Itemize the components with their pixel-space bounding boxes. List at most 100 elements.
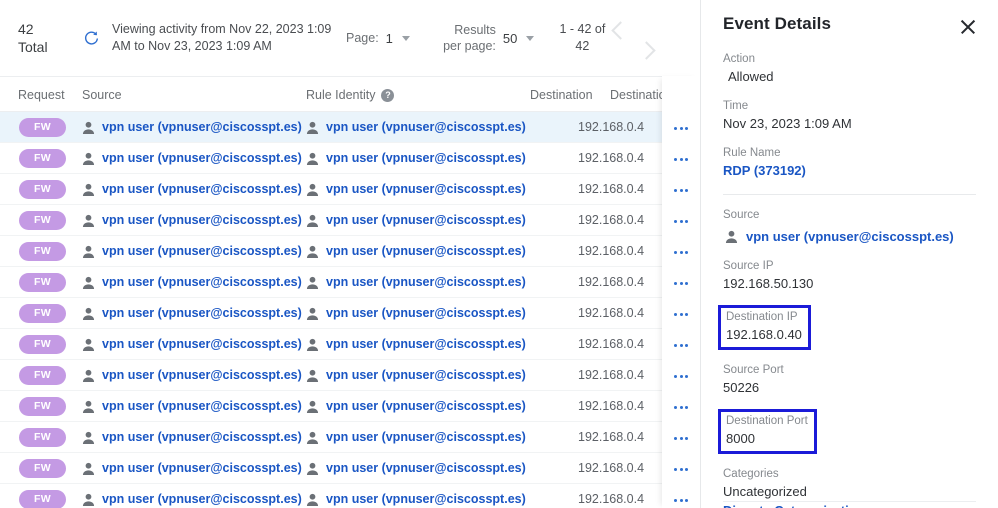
cell-rule-identity[interactable]: vpn user (vpnuser@ciscosspt.es) <box>306 112 526 143</box>
results-per-page-selector[interactable]: Results per page: 50 <box>432 22 535 54</box>
cell-source[interactable]: vpn user (vpnuser@ciscosspt.es) <box>82 267 302 298</box>
kebab-menu-icon[interactable] <box>670 361 692 392</box>
cell-source-text: vpn user (vpnuser@ciscosspt.es) <box>102 182 302 196</box>
kebab-menu-icon[interactable] <box>670 423 692 454</box>
cell-source[interactable]: vpn user (vpnuser@ciscosspt.es) <box>82 298 302 329</box>
chevron-right-icon[interactable] <box>637 41 657 60</box>
person-icon <box>306 307 319 320</box>
cell-source[interactable]: vpn user (vpnuser@ciscosspt.es) <box>82 236 302 267</box>
cell-source[interactable]: vpn user (vpnuser@ciscosspt.es) <box>82 484 302 508</box>
page-label: Page: <box>346 31 379 45</box>
field-rule-name-value[interactable]: RDP (373192) <box>723 161 976 180</box>
close-icon[interactable] <box>956 15 980 39</box>
cell-rule-identity[interactable]: vpn user (vpnuser@ciscosspt.es) <box>306 174 526 205</box>
kebab-menu-icon[interactable] <box>670 485 692 508</box>
cell-source[interactable]: vpn user (vpnuser@ciscosspt.es) <box>82 205 302 236</box>
field-time-label: Time <box>723 100 749 112</box>
cell-rule-identity[interactable]: vpn user (vpnuser@ciscosspt.es) <box>306 143 526 174</box>
request-type-badge: FW <box>19 459 66 478</box>
field-source-port-value: 50226 <box>723 380 760 395</box>
chevron-down-icon[interactable] <box>401 35 410 41</box>
request-type-badge: FW <box>19 304 66 323</box>
cell-source[interactable]: vpn user (vpnuser@ciscosspt.es) <box>82 174 302 205</box>
column-header-source[interactable]: Source <box>82 77 122 113</box>
cell-rule-identity-text: vpn user (vpnuser@ciscosspt.es) <box>326 368 526 382</box>
cell-rule-identity[interactable]: vpn user (vpnuser@ciscosspt.es) <box>306 267 526 298</box>
table-row[interactable]: FW vpn user (vpnuser@ciscosspt.es) vpn use… <box>0 298 700 329</box>
table-row[interactable]: FW vpn user (vpnuser@ciscosspt.es) vpn use… <box>0 174 700 205</box>
kebab-menu-icon[interactable] <box>670 113 692 144</box>
cell-rule-identity-text: vpn user (vpnuser@ciscosspt.es) <box>326 182 526 196</box>
table-row[interactable]: FW vpn user (vpnuser@ciscosspt.es) vpn use… <box>0 391 700 422</box>
cell-rule-identity[interactable]: vpn user (vpnuser@ciscosspt.es) <box>306 453 526 484</box>
field-destination-ip-label: Destination IP <box>726 311 798 323</box>
cell-destination: 192.168.0.4 <box>578 306 645 320</box>
cell-rule-identity[interactable]: vpn user (vpnuser@ciscosspt.es) <box>306 329 526 360</box>
cell-source[interactable]: vpn user (vpnuser@ciscosspt.es) <box>82 453 302 484</box>
cell-rule-identity[interactable]: vpn user (vpnuser@ciscosspt.es) <box>306 484 526 508</box>
field-action-label: Action <box>723 53 755 65</box>
table-body: FW vpn user (vpnuser@ciscosspt.es) vpn use… <box>0 112 700 508</box>
chevron-down-icon[interactable] <box>526 35 535 41</box>
person-icon <box>82 214 95 227</box>
kebab-menu-icon[interactable] <box>670 237 692 268</box>
table-row[interactable]: FW vpn user (vpnuser@ciscosspt.es) vpn use… <box>0 112 700 143</box>
table-row[interactable]: FW vpn user (vpnuser@ciscosspt.es) vpn use… <box>0 205 700 236</box>
cell-rule-identity[interactable]: vpn user (vpnuser@ciscosspt.es) <box>306 205 526 236</box>
field-destination-ip-value: 192.168.0.40 <box>726 327 802 342</box>
table-row[interactable]: FW vpn user (vpnuser@ciscosspt.es) vpn use… <box>0 453 700 484</box>
table-row[interactable]: FW vpn user (vpnuser@ciscosspt.es) vpn use… <box>0 484 700 508</box>
field-source-value[interactable]: vpn user (vpnuser@ciscosspt.es) <box>723 227 976 246</box>
field-source-ip-value: 192.168.50.130 <box>723 276 814 291</box>
cell-source[interactable]: vpn user (vpnuser@ciscosspt.es) <box>82 143 302 174</box>
cell-source-text: vpn user (vpnuser@ciscosspt.es) <box>102 337 302 351</box>
column-header-destination[interactable]: Destination <box>530 77 593 113</box>
table-row[interactable]: FW vpn user (vpnuser@ciscosspt.es) vpn use… <box>0 143 700 174</box>
cell-rule-identity[interactable]: vpn user (vpnuser@ciscosspt.es) <box>306 236 526 267</box>
cell-destination: 192.168.0.4 <box>578 213 645 227</box>
field-time: Time Nov 23, 2023 1:09 AM <box>723 98 976 133</box>
table-row[interactable]: FW vpn user (vpnuser@ciscosspt.es) vpn use… <box>0 360 700 391</box>
cell-rule-identity-text: vpn user (vpnuser@ciscosspt.es) <box>326 337 526 351</box>
column-header-rule-identity[interactable]: Rule Identity ? <box>306 77 395 113</box>
kebab-menu-icon[interactable] <box>670 299 692 330</box>
help-icon[interactable]: ? <box>381 88 395 102</box>
panel-title: Event Details <box>723 14 832 33</box>
table-row[interactable]: FW vpn user (vpnuser@ciscosspt.es) vpn use… <box>0 422 700 453</box>
request-type-badge: FW <box>19 428 66 447</box>
dispute-categorization-link[interactable]: Dispute Categorization <box>723 501 976 508</box>
cell-source[interactable]: vpn user (vpnuser@ciscosspt.es) <box>82 112 302 143</box>
kebab-menu-icon[interactable] <box>670 175 692 206</box>
section-divider <box>723 194 976 195</box>
chevron-left-icon[interactable] <box>611 21 631 40</box>
cell-source[interactable]: vpn user (vpnuser@ciscosspt.es) <box>82 391 302 422</box>
kebab-menu-icon[interactable] <box>670 206 692 237</box>
column-header-request[interactable]: Request <box>18 77 65 113</box>
page-selector[interactable]: Page: 1 <box>346 30 410 46</box>
field-source-port: Source Port 50226 <box>723 362 976 397</box>
table-row[interactable]: FW vpn user (vpnuser@ciscosspt.es) vpn use… <box>0 267 700 298</box>
column-header-rule-identity-label: Rule Identity <box>306 88 376 102</box>
cell-rule-identity[interactable]: vpn user (vpnuser@ciscosspt.es) <box>306 391 526 422</box>
table-row[interactable]: FW vpn user (vpnuser@ciscosspt.es) vpn use… <box>0 236 700 267</box>
page-value: 1 <box>385 30 393 46</box>
kebab-menu-icon[interactable] <box>670 268 692 299</box>
table-row[interactable]: FW vpn user (vpnuser@ciscosspt.es) vpn use… <box>0 329 700 360</box>
cell-source[interactable]: vpn user (vpnuser@ciscosspt.es) <box>82 360 302 391</box>
kebab-menu-icon[interactable] <box>670 454 692 485</box>
cell-rule-identity[interactable]: vpn user (vpnuser@ciscosspt.es) <box>306 298 526 329</box>
cell-source[interactable]: vpn user (vpnuser@ciscosspt.es) <box>82 329 302 360</box>
cell-source-text: vpn user (vpnuser@ciscosspt.es) <box>102 492 302 506</box>
refresh-button[interactable] <box>76 23 106 53</box>
cell-source[interactable]: vpn user (vpnuser@ciscosspt.es) <box>82 422 302 453</box>
cell-rule-identity[interactable]: vpn user (vpnuser@ciscosspt.es) <box>306 360 526 391</box>
cell-rule-identity-text: vpn user (vpnuser@ciscosspt.es) <box>326 492 526 506</box>
kebab-menu-icon[interactable] <box>670 330 692 361</box>
cell-destination: 192.168.0.4 <box>578 151 645 165</box>
person-icon <box>306 183 319 196</box>
kebab-menu-icon[interactable] <box>670 392 692 423</box>
person-icon <box>82 462 95 475</box>
cell-source-text: vpn user (vpnuser@ciscosspt.es) <box>102 213 302 227</box>
kebab-menu-icon[interactable] <box>670 144 692 175</box>
cell-rule-identity[interactable]: vpn user (vpnuser@ciscosspt.es) <box>306 422 526 453</box>
